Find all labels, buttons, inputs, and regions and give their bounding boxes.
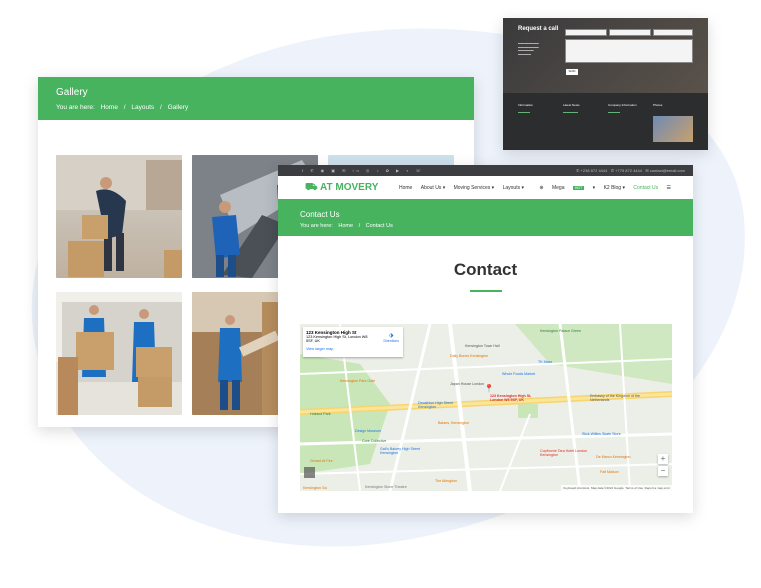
- breadcrumb-home-link[interactable]: Home: [101, 104, 118, 111]
- site-logo[interactable]: ⛟ AT MOVERY: [305, 182, 378, 195]
- breadcrumb: You are here: Home / Contact Us: [300, 223, 393, 229]
- footer-col-photos: Photos: [653, 103, 663, 107]
- breadcrumb-home-link[interactable]: Home: [338, 223, 353, 229]
- nav-item-layouts[interactable]: Layouts ▾: [503, 185, 524, 191]
- hot-badge: HOT: [572, 186, 585, 190]
- directions-button[interactable]: ⬗ Directions: [383, 332, 399, 343]
- contact-page-preview: f ✆ ◉ ▣ ✉ in ◎ ♪ ✿ ▶ ◐ ☏ ✆ +238 872 4444…: [278, 165, 693, 513]
- request-title: Request a call: [518, 26, 559, 32]
- mail-icon: ✉: [645, 168, 649, 173]
- nav-item-moving-services[interactable]: Moving Services ▾: [454, 185, 495, 191]
- request-intro-text: ▬▬▬▬▬▬▬▬ ▬▬▬▬▬▬▬▬ ▬▬▬▬▬▬ ▬▬▬▬▬: [518, 42, 539, 56]
- truck-icon: ⛟: [305, 182, 318, 193]
- footer-col-company: Company Information ▬▬▬▬: [608, 103, 637, 114]
- contact-header: Contact Us You are here: Home / Contact …: [278, 199, 693, 236]
- gallery-title: Gallery: [56, 87, 88, 98]
- google-map[interactable]: 123 Kensington High St 123 Kensington Hi…: [300, 324, 672, 491]
- map-footer: Keyboard shortcuts Map data ©2021 Google…: [561, 485, 672, 491]
- nav-item-about[interactable]: About Us ▾: [421, 185, 445, 191]
- nav-menu: Home About Us ▾ Moving Services ▾ Layout…: [392, 185, 671, 191]
- phone-field[interactable]: [609, 29, 651, 36]
- place-card: 123 Kensington High St 123 Kensington Hi…: [303, 327, 403, 357]
- streetview-icon[interactable]: [304, 467, 315, 478]
- top-contacts: ✆ +238 872 4444 ✆ +775 872 4444 ✉ contac…: [576, 168, 685, 173]
- breadcrumb: You are here: Home / Layouts / Gallery: [56, 104, 189, 111]
- breadcrumb-layouts-link[interactable]: Layouts: [131, 104, 154, 111]
- email-field[interactable]: [653, 29, 693, 36]
- message-field[interactable]: [565, 39, 693, 63]
- view-larger-map-link[interactable]: View larger map: [306, 347, 400, 351]
- footer-photo-thumb[interactable]: [653, 116, 693, 142]
- title-underline: [469, 290, 502, 292]
- zoom-in-button[interactable]: +: [658, 454, 668, 464]
- nav-item-mega[interactable]: ⊕ Mega HOT ▾: [532, 185, 595, 191]
- name-field[interactable]: [565, 29, 607, 36]
- send-button[interactable]: SEND: [566, 69, 578, 75]
- contact-header-title: Contact Us: [300, 210, 340, 219]
- nav-item-k2-blog[interactable]: K2 Blog ▾: [604, 185, 625, 191]
- phone-icon: ✆: [576, 168, 580, 173]
- footer-col-news: Latest News ▬▬▬▬▬: [563, 103, 580, 114]
- nav-item-contact[interactable]: Contact Us: [633, 185, 658, 191]
- nav-item-home[interactable]: Home: [399, 185, 412, 191]
- top-bar: f ✆ ◉ ▣ ✉ in ◎ ♪ ✿ ▶ ◐ ☏ ✆ +238 872 4444…: [278, 165, 693, 176]
- gallery-header: Gallery You are here: Home / Layouts / G…: [38, 77, 474, 120]
- hamburger-icon[interactable]: ☰: [667, 185, 671, 191]
- contact-title: Contact: [453, 260, 518, 279]
- request-page-preview: Request a call ▬▬▬▬▬▬▬▬ ▬▬▬▬▬▬▬▬ ▬▬▬▬▬▬ ▬▬▬…: [503, 18, 708, 150]
- gallery-photo[interactable]: [56, 155, 182, 278]
- phone-icon: ✆: [610, 168, 615, 173]
- main-nav: ⛟ AT MOVERY Home About Us ▾ Moving Servi…: [278, 176, 693, 199]
- social-icons[interactable]: f ✆ ◉ ▣ ✉ in ◎ ♪ ✿ ▶ ◐ ☏: [302, 165, 424, 176]
- globe-icon: ⊕: [539, 185, 544, 191]
- map-pin-icon[interactable]: 📍: [484, 384, 494, 393]
- zoom-out-button[interactable]: −: [658, 466, 668, 476]
- footer-col-information: Information ▬▬▬▬: [518, 103, 534, 114]
- gallery-photo[interactable]: [56, 292, 182, 415]
